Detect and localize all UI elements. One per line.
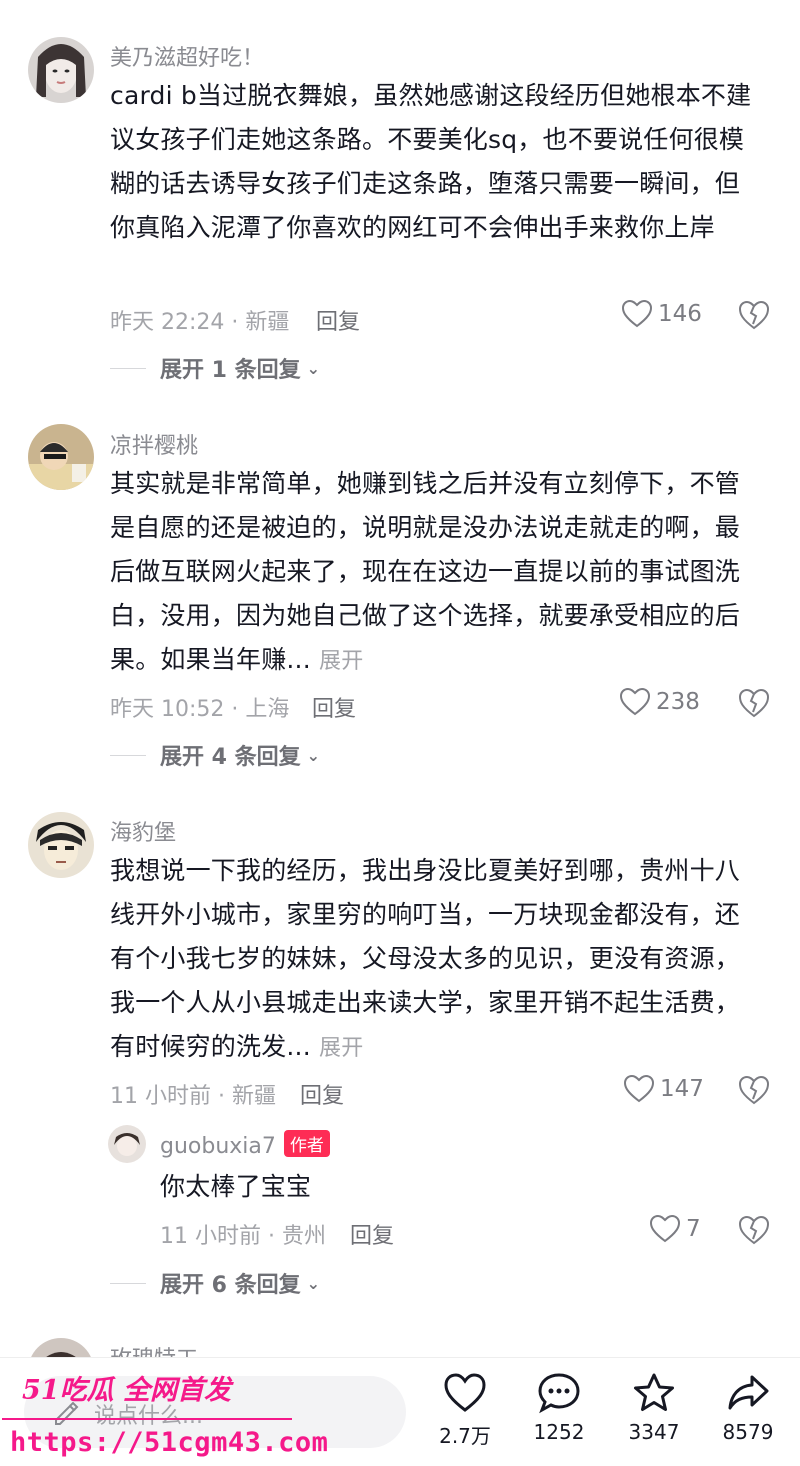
like-count: 147 [660,1076,704,1102]
expand-replies-label: 展开 1 条回复 [160,358,301,383]
like-count: 238 [656,689,700,715]
heart-icon [444,1373,486,1412]
comment-meta: 11 小时前 · 新疆 [110,1084,276,1109]
like-count: 2.7万 [439,1424,491,1448]
comment-username[interactable]: 凉拌樱桃 [110,428,198,460]
like-button[interactable]: 147 [624,1075,704,1103]
reply-button[interactable]: 回复 [300,1078,344,1110]
chevron-down-icon: ⌄ [306,745,321,765]
chevron-down-icon: ⌄ [306,1273,321,1293]
broken-heart-icon [738,688,770,718]
share-count: 8579 [722,1420,774,1444]
expand-replies[interactable]: 展开 4 条回复 ⌄ [110,739,320,771]
heart-icon [624,1075,654,1103]
watermark-url: https://51cgm43.com [10,1427,329,1458]
comment-text-body: 我想说一下我的经历，我出身没比夏美好到哪，贵州十八线开外小城市，家里穷的响叮当，… [110,856,741,1061]
reply-button[interactable]: 回复 [316,304,360,336]
like-count: 146 [658,301,702,327]
reply-username[interactable]: guobuxia7 作者 [160,1130,330,1159]
star-icon [634,1373,674,1411]
dislike-button[interactable] [738,1075,770,1107]
comment-text: 其实就是非常简单，她赚到钱之后并没有立刻停下，不管是自愿的还是被迫的，说明就是没… [110,462,762,684]
comment-text: 我想说一下我的经历，我出身没比夏美好到哪，贵州十八线开外小城市，家里穷的响叮当，… [110,849,762,1071]
divider [110,367,146,369]
dislike-button[interactable] [738,688,770,720]
like-video-button[interactable]: 2.7万 [425,1372,505,1449]
broken-heart-icon [738,300,770,330]
heart-icon [620,688,650,716]
favorite-count: 3347 [628,1420,680,1444]
reply-username-text: guobuxia7 [160,1134,276,1159]
reply-button[interactable]: 回复 [350,1218,394,1250]
avatar[interactable] [28,812,94,878]
comment-text: cardi b当过脱衣舞娘，虽然她感谢这段经历但她根本不建议女孩子们走她这条路。… [110,81,752,242]
comment-meta: 昨天 10:52 · 上海 [110,697,290,722]
comment-username[interactable]: 海豹堡 [110,815,176,847]
watermark-brand: 51吃瓜 全网首发 [22,1368,231,1407]
comment-text-body: 其实就是非常简单，她赚到钱之后并没有立刻停下，不管是自愿的还是被迫的，说明就是没… [110,469,741,674]
expand-replies-label: 展开 4 条回复 [160,745,301,770]
comment-bubble-icon [538,1373,580,1414]
divider [110,1282,146,1284]
reply-button[interactable]: 回复 [312,691,356,723]
avatar[interactable] [108,1125,146,1163]
broken-heart-icon [738,1215,770,1245]
like-button[interactable]: 146 [622,300,702,328]
expand-text-link[interactable]: 展开 [319,649,363,674]
watermark-underline [2,1418,292,1420]
favorite-button[interactable]: 3347 [614,1372,694,1444]
expand-replies-label: 展开 6 条回复 [160,1273,301,1298]
share-arrow-icon [728,1375,769,1410]
comment-username[interactable]: 美乃滋超好吃！ [110,40,264,72]
like-button[interactable]: 7 [650,1215,701,1243]
dislike-button[interactable] [738,300,770,332]
expand-replies[interactable]: 展开 6 条回复 ⌄ [110,1267,320,1299]
watermark-brand-text: 51吃瓜 全网首发 [22,1375,231,1406]
reply-meta: 11 小时前 · 贵州 [160,1224,326,1249]
expand-text-link[interactable]: 展开 [319,1036,363,1061]
comment-count-button[interactable]: 1252 [519,1372,599,1444]
author-badge: 作者 [283,1130,330,1157]
dislike-button[interactable] [738,1215,770,1247]
like-count: 7 [686,1216,701,1242]
broken-heart-icon [738,1075,770,1105]
chevron-down-icon: ⌄ [306,358,321,378]
heart-icon [650,1215,680,1243]
reply-text: 你太棒了宝宝 [160,1172,312,1201]
avatar[interactable] [28,424,94,490]
like-button[interactable]: 238 [620,688,700,716]
share-button[interactable]: 8579 [708,1372,788,1444]
avatar[interactable] [28,37,94,103]
heart-icon [622,300,652,328]
expand-replies[interactable]: 展开 1 条回复 ⌄ [110,352,320,384]
divider [110,754,146,756]
comment-meta: 昨天 22:24 · 新疆 [110,310,290,335]
comment-count: 1252 [533,1420,585,1444]
